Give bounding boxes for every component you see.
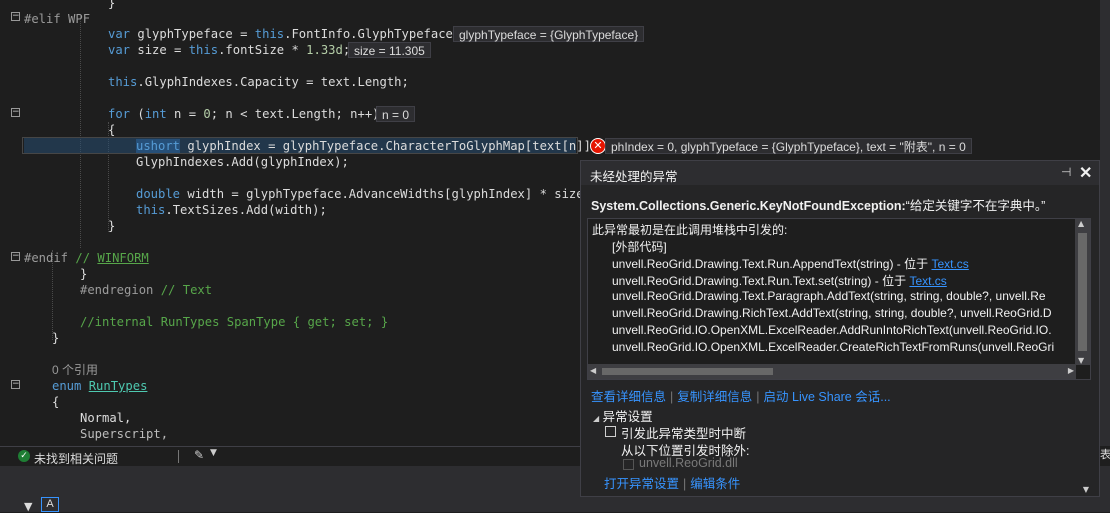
scroll-up-icon[interactable]: ▲ bbox=[1078, 219, 1084, 228]
code-line[interactable]: #endif // WINFORM bbox=[24, 250, 149, 266]
stack-horizontal-scrollbar[interactable]: ◀ ▶ bbox=[588, 364, 1076, 379]
collapse-triangle-icon[interactable]: ◢ bbox=[593, 414, 599, 423]
code-line[interactable]: var size = this.fontSize * 1.33d; bbox=[108, 42, 350, 58]
fold-toggle-icon[interactable]: − bbox=[11, 380, 20, 389]
scroll-left-icon[interactable]: ◀ bbox=[590, 366, 596, 375]
code-line[interactable]: Normal, bbox=[80, 410, 131, 426]
section-header: 异常设置 bbox=[602, 410, 653, 424]
stack-frame: unvell.ReoGrid.IO.OpenXML.ExcelReader.Ad… bbox=[612, 323, 1052, 337]
except-module-label: unvell.ReoGrid.dll bbox=[639, 456, 738, 470]
fold-toggle-icon[interactable]: − bbox=[11, 252, 20, 261]
stack-frame: unvell.ReoGrid.IO.OpenXML.ExcelReader.Cr… bbox=[612, 340, 1055, 354]
editor-vertical-scrollbar[interactable] bbox=[1100, 0, 1110, 446]
code-line[interactable]: Superscript, bbox=[80, 426, 168, 442]
exception-actions: 查看详细信息 | 复制详细信息 | 启动 Live Share 会话... bbox=[591, 386, 891, 405]
code-line[interactable]: } bbox=[108, 218, 115, 234]
datatip-n[interactable]: n = 0 bbox=[376, 106, 416, 122]
exception-helper-popup[interactable]: 未经处理的异常 ⊣ ✕ System.Collections.Generic.K… bbox=[580, 160, 1100, 497]
scroll-down-icon[interactable]: ▼ bbox=[1078, 356, 1084, 365]
divider bbox=[178, 450, 179, 463]
popup-title: 未经处理的异常 bbox=[590, 170, 678, 184]
codelens-references[interactable]: 0 个引用 bbox=[52, 362, 98, 378]
copy-details-link[interactable]: 复制详细信息 bbox=[677, 390, 752, 404]
stack-frame: unvell.ReoGrid.Drawing.RichText.AddText(… bbox=[612, 306, 1052, 320]
filter-icon[interactable]: ▼ bbox=[24, 500, 32, 513]
live-share-link[interactable]: 启动 Live Share 会话... bbox=[764, 390, 891, 404]
code-line[interactable]: var glyphTypeface = this.FontInfo.GlyphT… bbox=[108, 26, 460, 42]
datatip-inline-values[interactable]: phIndex = 0, glyphTypeface = {GlyphTypef… bbox=[605, 138, 972, 154]
divider: | bbox=[670, 390, 674, 404]
code-line[interactable]: double width = glyphTypeface.AdvanceWidt… bbox=[136, 186, 591, 202]
close-icon[interactable]: ✕ bbox=[1079, 163, 1092, 183]
stack-frame: unvell.ReoGrid.Drawing.Text.Paragraph.Ad… bbox=[612, 289, 1046, 303]
match-case-icon[interactable]: A bbox=[41, 497, 59, 512]
issues-status[interactable]: 未找到相关问题 bbox=[34, 450, 118, 467]
exception-summary: System.Collections.Generic.KeyNotFoundEx… bbox=[591, 199, 1046, 213]
editor-gutter: − − − − bbox=[0, 0, 22, 446]
settings-actions: 打开异常设置 | 编辑条件 bbox=[604, 473, 740, 492]
scroll-right-icon[interactable]: ▶ bbox=[1068, 366, 1074, 375]
call-stack-box[interactable]: 此异常最初是在此调用堆栈中引发的: [外部代码] unvell.ReoGrid.… bbox=[587, 218, 1091, 380]
code-line[interactable]: for (int n = 0; n < text.Length; n++) bbox=[108, 106, 380, 122]
code-line[interactable]: { bbox=[108, 122, 115, 138]
chevron-down-icon[interactable]: ▼ bbox=[210, 448, 217, 458]
pin-icon[interactable]: ⊣ bbox=[1061, 165, 1071, 179]
check-icon: ✓ bbox=[18, 450, 30, 462]
code-line[interactable]: } bbox=[52, 330, 59, 346]
code-line[interactable]: } bbox=[80, 266, 87, 282]
resize-grip-icon[interactable]: ▼ bbox=[1083, 485, 1089, 494]
code-line[interactable]: #elif WPF bbox=[24, 11, 90, 27]
editor-status-bar: ✓ 未找到相关问题 ✎ ▼ bbox=[0, 446, 580, 467]
code-line[interactable]: enum RunTypes bbox=[52, 378, 147, 394]
divider: | bbox=[683, 477, 687, 491]
source-file-link[interactable]: Text.cs bbox=[931, 257, 968, 271]
datatip-size[interactable]: size = 11.305 bbox=[348, 42, 431, 58]
divider: | bbox=[756, 390, 760, 404]
edit-conditions-link[interactable]: 编辑条件 bbox=[690, 477, 740, 491]
break-on-exception-checkbox[interactable] bbox=[605, 426, 616, 437]
fold-toggle-icon[interactable]: − bbox=[11, 108, 20, 117]
code-line[interactable]: //internal RunTypes SpanType { get; set;… bbox=[80, 314, 388, 330]
stack-frame: [外部代码] bbox=[612, 240, 667, 254]
code-line[interactable]: #endregion // Text bbox=[80, 282, 212, 298]
except-module-checkbox[interactable] bbox=[623, 459, 634, 470]
stack-frame: unvell.ReoGrid.Drawing.Text.Run.Text.set… bbox=[612, 274, 947, 288]
code-line[interactable]: } bbox=[108, 0, 115, 11]
error-icon: ✕ bbox=[590, 138, 606, 154]
view-details-link[interactable]: 查看详细信息 bbox=[591, 390, 666, 404]
code-line[interactable]: { bbox=[52, 394, 59, 410]
source-file-link[interactable]: Text.cs bbox=[909, 274, 946, 288]
datatip-glyphtypeface[interactable]: glyphTypeface = {GlyphTypeface} bbox=[453, 26, 645, 42]
code-line[interactable]: GlyphIndexes.Add(glyphIndex); bbox=[136, 154, 349, 170]
stack-frame: unvell.ReoGrid.Drawing.Text.Run.AppendTe… bbox=[612, 257, 969, 271]
stack-header: 此异常最初是在此调用堆栈中引发的: bbox=[592, 223, 788, 237]
current-code-line[interactable]: ushort glyphIndex = glyphTypeface.Charac… bbox=[136, 138, 598, 154]
indent-guide bbox=[80, 16, 81, 248]
code-line[interactable]: this.GlyphIndexes.Capacity = text.Length… bbox=[108, 74, 409, 90]
fold-toggle-icon[interactable]: − bbox=[11, 12, 20, 21]
brush-icon[interactable]: ✎ bbox=[194, 448, 204, 462]
code-line[interactable]: this.TextSizes.Add(width); bbox=[136, 202, 327, 218]
open-exception-settings-link[interactable]: 打开异常设置 bbox=[604, 477, 679, 491]
stack-vertical-scrollbar[interactable]: ▲ ▼ bbox=[1075, 219, 1090, 365]
truncated-panel-text: 表 bbox=[1100, 446, 1110, 466]
scroll-thumb[interactable] bbox=[602, 368, 773, 375]
scroll-thumb[interactable] bbox=[1078, 233, 1087, 351]
